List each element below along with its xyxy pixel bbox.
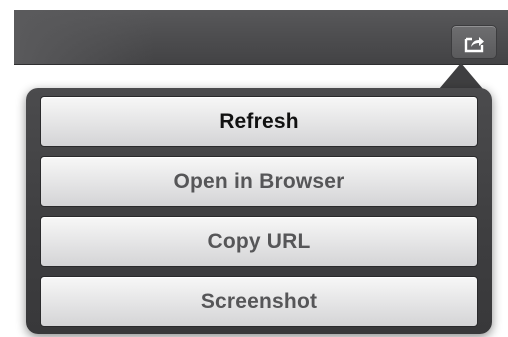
top-toolbar (14, 10, 508, 65)
share-icon (464, 37, 484, 53)
popover-arrow (439, 63, 483, 89)
screen: Refresh Open in Browser Copy URL Screens… (0, 0, 508, 337)
screenshot-button[interactable]: Screenshot (40, 276, 478, 327)
toolbar-gradient (14, 10, 154, 64)
refresh-button[interactable]: Refresh (40, 96, 478, 147)
open-in-browser-button[interactable]: Open in Browser (40, 156, 478, 207)
share-button[interactable] (451, 25, 497, 59)
copy-url-button[interactable]: Copy URL (40, 216, 478, 267)
share-popover: Refresh Open in Browser Copy URL Screens… (26, 88, 492, 334)
